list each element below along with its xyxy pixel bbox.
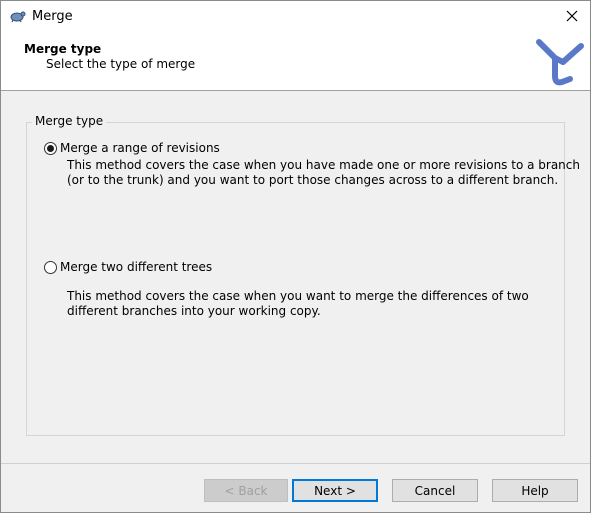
group-label: Merge type	[32, 114, 107, 128]
wizard-header: Merge type Select the type of merge	[1, 32, 590, 91]
page-subtitle: Select the type of merge	[46, 57, 196, 71]
window-title: Merge	[32, 9, 73, 24]
radio-button-selected[interactable]	[44, 141, 57, 155]
radio-merge-range[interactable]: Merge a range of revisions	[44, 141, 220, 155]
radio-merge-trees[interactable]: Merge two different trees	[44, 260, 212, 274]
tortoise-app-icon	[10, 9, 26, 23]
merge-dialog: Merge Merge type Select the type of merg…	[0, 0, 591, 513]
close-icon[interactable]	[558, 3, 586, 29]
next-button[interactable]: Next >	[292, 479, 378, 502]
back-button[interactable]: < Back	[204, 479, 288, 502]
footer-divider	[1, 463, 590, 464]
cancel-button[interactable]: Cancel	[392, 479, 478, 502]
radio-label-merge-trees: Merge two different trees	[60, 260, 213, 274]
help-button[interactable]: Help	[492, 479, 578, 502]
radio-button-unselected[interactable]	[44, 260, 57, 274]
merge-range-description: This method covers the case when you hav…	[67, 158, 580, 187]
merge-logo-icon	[535, 36, 585, 88]
title-bar: Merge	[1, 1, 590, 32]
merge-trees-description: This method covers the case when you wan…	[67, 289, 529, 318]
radio-label-merge-range: Merge a range of revisions	[60, 141, 220, 155]
page-title: Merge type	[24, 42, 102, 56]
